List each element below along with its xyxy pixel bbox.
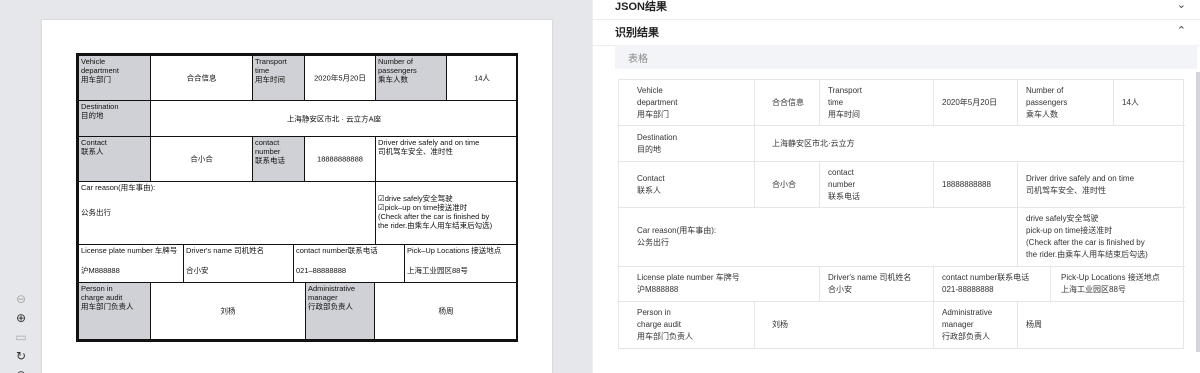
scan-contact-value: 合小合: [150, 136, 253, 182]
scan-destination-label: Destination 目的地: [78, 100, 151, 137]
res-plate: License plate number 车牌号 沪M888888: [619, 267, 820, 302]
res-contact-value: 合小合: [755, 162, 820, 208]
recognition-section-title: 识别结果: [615, 27, 659, 39]
recognition-section-header[interactable]: 识别结果 ⌃: [593, 20, 1200, 46]
scan-transport-time-label: Transport time 用车时间: [252, 55, 305, 101]
scan-audit-value: 刘杨: [150, 282, 306, 340]
scan-vehicle-dept-value: 合合信息: [150, 55, 253, 101]
scan-destination-value: 上海静安区市北 · 云立方A座: [150, 100, 518, 137]
res-vehicle-dept-label: Vehicle department 用车部门: [619, 80, 755, 126]
document-viewer: Vehicle department 用车部门 合合信息 Transport t…: [0, 0, 592, 373]
json-section-header[interactable]: JSON结果 ⌄: [593, 0, 1200, 20]
scan-plate: License plate number 车牌号 沪M888888: [78, 244, 184, 283]
panel-scrollbar[interactable]: [1196, 72, 1200, 352]
scan-driver-name: Driver's name 司机姓名 合小安: [183, 244, 294, 283]
res-contact-label: Contact 联系人: [619, 162, 755, 208]
scan-transport-time-value: 2020年5月20日: [304, 55, 376, 101]
scan-passengers-label: Number of passengers 乘车人数: [375, 55, 447, 101]
res-passengers-label: Number of passengers 乘车人数: [1018, 80, 1114, 126]
reset-icon[interactable]: ⊝: [14, 368, 28, 373]
scan-audit-label: Person in charge audit 用车部门负责人: [78, 282, 151, 340]
scan-vehicle-dept-label: Vehicle department 用车部门: [78, 55, 151, 101]
scan-checklist: ☑drive safely安全驾驶 ☑pick–up on time接送准时 (…: [375, 181, 518, 245]
res-audit-label: Person in charge audit 用车部门负责人: [619, 302, 755, 348]
res-drive-safe-note: Driver drive safely and on time 司机驾车安全、准…: [1018, 162, 1185, 208]
tab-table[interactable]: 表格: [628, 50, 648, 65]
scan-contact-number-value: 18888888888: [304, 136, 376, 182]
res-contact-number-label: contact number 联系电话: [820, 162, 934, 208]
scan-car-reason: Car reason(用车事由): 公务出行: [78, 181, 376, 245]
scan-passengers-value: 14人: [446, 55, 518, 101]
zoom-in-icon[interactable]: ⊕: [14, 311, 28, 325]
chevron-up-icon[interactable]: ⌃: [1177, 24, 1186, 37]
recognized-table: Vehicle department 用车部门 合合信息 Transport t…: [618, 79, 1185, 349]
scan-pickup: Pick–Up Locations 接送地点 上海工业园区88号: [404, 244, 518, 283]
res-audit-value: 刘杨: [755, 302, 934, 348]
res-contact-number-value: 18888888888: [934, 162, 1018, 208]
scan-admin-value: 杨周: [374, 282, 518, 340]
res-vehicle-dept-value: 合合信息: [755, 80, 820, 126]
res-transport-time-value: 2020年5月20日: [934, 80, 1018, 126]
res-transport-time-label: Transport time 用车时间: [820, 80, 934, 126]
scanned-form-table: Vehicle department 用车部门 合合信息 Transport t…: [76, 53, 518, 342]
res-driver-contact: contact number联系电话 021-88888888: [934, 267, 1051, 302]
json-section-title: JSON结果: [615, 1, 667, 13]
res-passengers-value: 14人: [1114, 80, 1185, 126]
scan-admin-label: Administrative manager 行政部负责人: [305, 282, 375, 340]
rotate-icon[interactable]: ↻: [14, 349, 28, 363]
res-checklist: drive safely安全驾驶 pick-up on time接送准时 (Ch…: [1018, 208, 1185, 267]
fit-page-icon[interactable]: ▭: [14, 330, 28, 344]
res-pickup: Pick-Up Locations 接送地点 上海工业园区88号: [1051, 267, 1185, 302]
zoom-toolbar: ⊖ ⊕ ▭ ↻ ⊝: [8, 288, 34, 373]
res-admin-value: 杨周: [1026, 320, 1042, 329]
zoom-out-icon[interactable]: ⊖: [14, 292, 28, 306]
res-admin-label: Administrative manager 行政部负责人: [934, 302, 1018, 348]
chevron-down-icon[interactable]: ⌄: [1177, 0, 1186, 11]
res-destination-label: Destination 目的地: [619, 126, 755, 162]
res-destination-value: 上海静安区市北·云立方: [755, 126, 1185, 162]
scan-drive-safe-note: Driver drive safely and on time 司机驾车安全、准…: [375, 136, 518, 182]
scan-contact-number-label: contact number 联系电话: [252, 136, 305, 182]
scan-contact-label: Contact 联系人: [78, 136, 151, 182]
result-tab-bar: 表格: [615, 45, 1197, 69]
res-driver-name: Driver's name 司机姓名 合小安: [820, 267, 934, 302]
res-car-reason: Car reason(用车事由): 公务出行: [619, 208, 1018, 267]
scan-driver-contact: contact number联系电话 021–88888888: [293, 244, 405, 283]
